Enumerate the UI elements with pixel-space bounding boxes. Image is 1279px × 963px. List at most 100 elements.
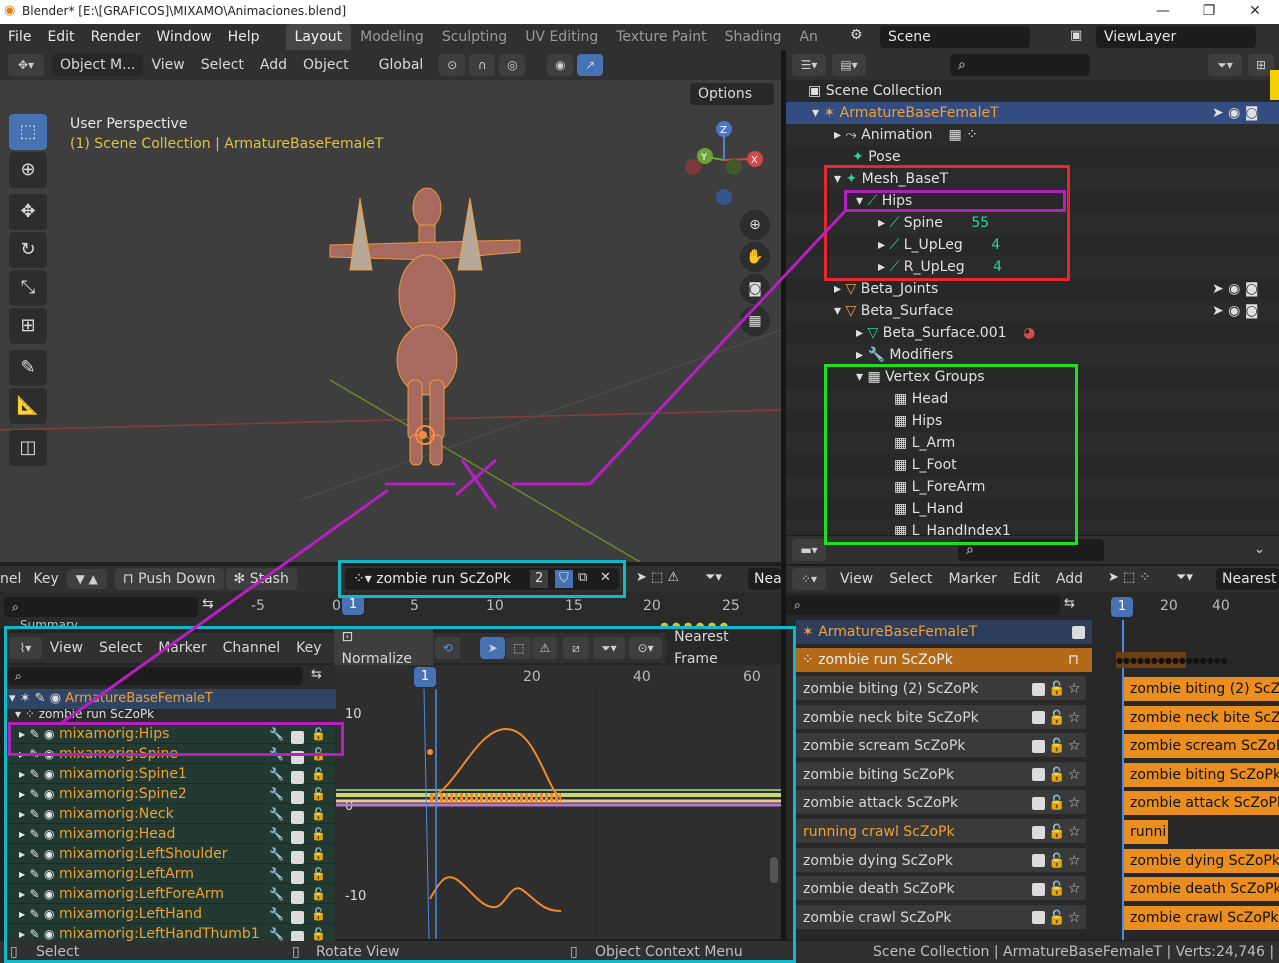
restrict-icons[interactable]: ➤ ◉ ◙ xyxy=(1212,300,1258,322)
nla-track-row[interactable]: zombie dying ScZoPk 🔓 ☆ xyxy=(796,847,1086,874)
track-solo-checkbox[interactable] xyxy=(1032,848,1045,874)
show-hidden-icon[interactable]: ⬚ xyxy=(506,637,532,659)
eye-icon[interactable]: ◉ xyxy=(44,927,54,941)
graph-channel-row[interactable]: ▸ ✎ ◉ mixamorig:LeftHand 🔧 🔓 xyxy=(5,904,335,924)
viewport-menu-object[interactable]: Object xyxy=(295,50,357,80)
eye-icon[interactable]: ◉ xyxy=(44,767,54,781)
outliner-row[interactable]: ▾ ✶ ArmatureBaseFemaleT ➤ ◉ ◙ xyxy=(786,102,1279,124)
eye-icon[interactable]: ◉ xyxy=(44,827,54,841)
track-solo-checkbox[interactable] xyxy=(1032,762,1045,788)
outliner-row[interactable]: ▦ Head xyxy=(786,388,1279,410)
graph-action-row[interactable]: ▾ ⁘ zombie run ScZoPk xyxy=(5,709,336,719)
display-mode-icon[interactable]: ▤▾ xyxy=(832,54,866,76)
only-selected-icon[interactable]: ➤ xyxy=(480,637,506,659)
move-tool-icon[interactable]: ✥ xyxy=(9,194,47,230)
expand-icon[interactable]: ▸ xyxy=(19,867,25,881)
dopesheet-menu-panel[interactable]: nel xyxy=(0,566,25,592)
pin-icon[interactable]: ✎ xyxy=(29,807,39,821)
nla-menu-marker[interactable]: Marker xyxy=(940,566,1004,592)
3d-viewport[interactable]: User Perspective (1) Scene Collection | … xyxy=(0,80,781,562)
track-solo-checkbox[interactable] xyxy=(1032,819,1045,845)
menu-file[interactable]: File xyxy=(0,24,39,50)
expand-icon[interactable]: ▾ xyxy=(856,193,863,209)
visibility-icon[interactable]: ◉ xyxy=(547,54,574,76)
eye-icon[interactable]: ◉ xyxy=(44,867,54,881)
create-ghost-icon[interactable]: ⧄ xyxy=(563,637,589,659)
graph-channel-row[interactable]: ▸ ✎ ◉ mixamorig:LeftForeArm 🔧 🔓 xyxy=(5,884,335,904)
eye-icon[interactable]: ◉ xyxy=(44,847,54,861)
track-solo-checkbox[interactable] xyxy=(1032,905,1045,931)
properties-editor-type-icon[interactable]: ▬▾ xyxy=(792,539,826,561)
track-solo-checkbox[interactable] xyxy=(1032,790,1045,816)
nla-object-check[interactable] xyxy=(1072,620,1085,644)
dopesheet-ruler[interactable]: ⌕ ⇆ -5 0 5 10 15 20 25 1 Summary ● ● ● ●… xyxy=(0,592,781,632)
outliner-row[interactable]: ▾ ▦ Vertex Groups xyxy=(786,366,1279,388)
track-lock-icon[interactable]: 🔓 xyxy=(1048,848,1065,874)
duplicate-action-icon[interactable]: ⧉ xyxy=(578,570,587,585)
lock-icon[interactable]: 🔓 xyxy=(311,784,326,804)
eye-icon[interactable]: ◉ xyxy=(44,747,54,761)
modifier-wrench-icon[interactable]: 🔧 xyxy=(269,764,284,784)
navigation-gizmo[interactable]: Z X Y xyxy=(680,120,770,210)
tab-uv-editing[interactable]: UV Editing xyxy=(516,24,607,50)
modifier-wrench-icon[interactable]: 🔧 xyxy=(269,744,284,764)
track-lock-icon[interactable]: 🔓 xyxy=(1048,762,1065,788)
expand-icon[interactable]: ▾ xyxy=(812,105,819,121)
pan-hand-icon[interactable]: ✋ xyxy=(740,242,770,272)
nla-track-row[interactable]: zombie attack ScZoPk 🔓 ☆ xyxy=(796,790,1086,817)
graph-menu-view[interactable]: View xyxy=(42,633,91,663)
add-cube-tool-icon[interactable]: ◫ xyxy=(9,430,47,466)
lock-icon[interactable]: 🔓 xyxy=(311,804,326,824)
snapping-select[interactable]: Nearest Frame xyxy=(666,626,781,670)
expand-icon[interactable]: ▸ xyxy=(878,215,885,231)
options-dropdown[interactable]: Options xyxy=(690,83,774,105)
track-solo-checkbox[interactable] xyxy=(1032,876,1045,902)
lock-icon[interactable]: 🔓 xyxy=(311,824,326,844)
outliner-search-input[interactable]: ⌕ xyxy=(950,54,1090,76)
modifier-wrench-icon[interactable]: 🔧 xyxy=(269,824,284,844)
collapse-icon[interactable]: ⌄ xyxy=(1254,542,1265,557)
track-star-icon[interactable]: ☆ xyxy=(1068,905,1081,931)
expand-icon[interactable]: ▸ xyxy=(19,767,25,781)
pin-icon[interactable]: ✎ xyxy=(29,907,39,921)
normalize-toggle[interactable]: ⊡ Normalize xyxy=(333,626,434,670)
scene-field[interactable]: Scene xyxy=(880,26,1030,48)
modifier-wrench-icon[interactable]: 🔧 xyxy=(269,864,284,884)
expand-icon[interactable]: ▸ xyxy=(19,847,25,861)
nla-strip[interactable]: zombie dying ScZoPk xyxy=(1124,848,1279,873)
track-star-icon[interactable]: ☆ xyxy=(1068,819,1081,845)
properties-search-input[interactable]: ⌕ xyxy=(958,539,1104,561)
scroll-indicator[interactable] xyxy=(1270,70,1279,100)
nla-track-row[interactable]: zombie neck bite ScZoPk 🔓 ☆ xyxy=(796,704,1086,731)
nla-current-frame[interactable]: 1 xyxy=(1111,597,1133,617)
modifier-wrench-icon[interactable]: 🔧 xyxy=(269,784,284,804)
viewlayer-field[interactable]: ViewLayer xyxy=(1096,26,1256,48)
eye-icon[interactable]: ◉ xyxy=(44,907,54,921)
expand-icon[interactable]: ▸ xyxy=(19,747,25,761)
eye-icon[interactable]: ◉ xyxy=(44,807,54,821)
outliner-row[interactable]: ▦ L_HandIndex1 xyxy=(786,520,1279,535)
nla-filter-icon[interactable]: ⏷▾ xyxy=(1176,570,1193,585)
outliner-row[interactable]: ▸ ▽ Beta_Surface.001 ◕ xyxy=(786,322,1279,344)
outliner-row[interactable]: ▸ ⟋ Spine 55 xyxy=(786,212,1279,234)
nla-strip[interactable]: zombie crawl ScZoPk xyxy=(1124,905,1279,930)
graph-channel-row[interactable]: ▸ ✎ ◉ mixamorig:Spine1 🔧 🔓 xyxy=(5,764,335,784)
dopesheet-filter-icon[interactable]: ⏷▾ xyxy=(705,570,722,585)
current-frame-indicator[interactable]: 1 xyxy=(342,595,364,615)
graph-current-frame[interactable]: 1 xyxy=(414,667,436,687)
stash-button[interactable]: ✻ Stash xyxy=(225,568,297,590)
graph-channel-row[interactable]: ▸ ✎ ◉ mixamorig:LeftShoulder 🔧 🔓 xyxy=(5,844,335,864)
modifier-wrench-icon[interactable]: 🔧 xyxy=(269,724,284,744)
outliner-row[interactable]: ▸ 🔧 Modifiers xyxy=(786,344,1279,366)
nla-strip[interactable]: zombie scream ScZoP xyxy=(1124,734,1279,759)
graph-editor-type-icon[interactable]: ⌇▾ xyxy=(9,637,42,659)
cursor-tool-icon[interactable]: ⊕ xyxy=(9,152,47,188)
mode-select[interactable]: Object M... xyxy=(52,54,144,76)
modifier-wrench-icon[interactable]: 🔧 xyxy=(269,844,284,864)
viewport-menu-select[interactable]: Select xyxy=(193,50,252,80)
tab-modeling[interactable]: Modeling xyxy=(351,24,433,50)
nla-track-row[interactable]: zombie death ScZoPk 🔓 ☆ xyxy=(796,876,1086,903)
graph-channel-row[interactable]: ▸ ✎ ◉ mixamorig:Spine 🔧 🔓 xyxy=(5,744,335,764)
graph-menu-marker[interactable]: Marker xyxy=(150,633,214,663)
outliner-row[interactable]: ▦ L_Arm xyxy=(786,432,1279,454)
